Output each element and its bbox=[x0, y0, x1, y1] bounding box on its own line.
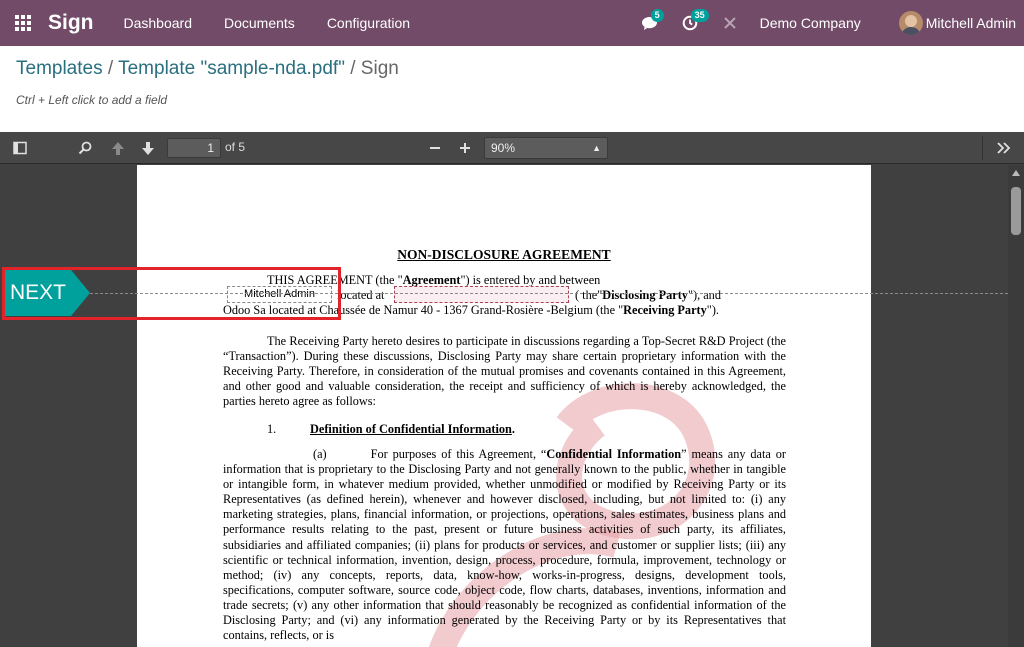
activities-button[interactable]: 35 bbox=[670, 0, 710, 46]
section-1-heading: Definition of Confidential Information. bbox=[310, 422, 515, 437]
user-menu[interactable]: Mitchell Admin bbox=[898, 11, 1016, 35]
definition-text: ” means any data or information that is … bbox=[223, 447, 786, 643]
next-page-button[interactable] bbox=[136, 132, 160, 164]
arrow-down-icon bbox=[142, 141, 154, 155]
top-navbar: Sign Dashboard Documents Configuration 5… bbox=[0, 0, 1024, 46]
agreement-text: ( the" bbox=[575, 288, 603, 302]
zoom-value: 90% bbox=[491, 141, 516, 155]
tools-menu-button[interactable] bbox=[992, 132, 1016, 164]
add-field-hint: Ctrl + Left click to add a field bbox=[16, 93, 168, 107]
pdf-toolbar: 1 of 5 90% ▲ bbox=[0, 132, 1024, 164]
breadcrumb-current: Sign bbox=[360, 58, 399, 79]
disclosing-party-term: Disclosing Party bbox=[602, 288, 688, 302]
receiving-party-term: Receiving Party bbox=[623, 303, 707, 317]
zoom-in-button[interactable] bbox=[454, 132, 476, 164]
definition-text: For purposes of this Agreement, “ bbox=[370, 447, 547, 461]
debug-tools-button[interactable] bbox=[710, 0, 750, 46]
intro-paragraph: The Receiving Party hereto desires to pa… bbox=[223, 334, 786, 409]
breadcrumb-separator: / bbox=[102, 58, 119, 79]
sidebar-toggle-button[interactable] bbox=[8, 132, 32, 164]
arrow-up-icon bbox=[112, 141, 124, 155]
page-number-input[interactable]: 1 bbox=[167, 138, 221, 158]
breadcrumb-template[interactable]: Template "sample-nda.pdf" bbox=[118, 58, 345, 79]
breadcrumb-templates[interactable]: Templates bbox=[16, 58, 103, 79]
agreement-line-2b: ( the"Disclosing Party"), and bbox=[575, 288, 721, 303]
menu-documents[interactable]: Documents bbox=[224, 15, 295, 31]
agreement-text: ") is entered by and between bbox=[460, 273, 601, 287]
select-arrows-icon: ▲ bbox=[592, 143, 601, 153]
plus-icon bbox=[460, 143, 470, 153]
confidential-information-term: Confidential Information bbox=[546, 447, 682, 461]
agreement-term: Agreement bbox=[402, 273, 461, 287]
app-brand[interactable]: Sign bbox=[48, 11, 94, 35]
zoom-out-button[interactable] bbox=[424, 132, 446, 164]
pdf-viewer: 1 of 5 90% ▲ NON-DISCLOSURE AGREEMENT TH… bbox=[0, 132, 1024, 647]
double-chevron-right-icon bbox=[997, 142, 1011, 154]
agreement-line-2a: located at bbox=[337, 288, 385, 302]
address-field[interactable] bbox=[394, 286, 569, 303]
section-1-title: Definition of Confidential Information bbox=[310, 422, 512, 436]
agreement-text: "), and bbox=[687, 288, 721, 302]
annotation-highlight bbox=[2, 267, 341, 320]
document-title: NON-DISCLOSURE AGREEMENT bbox=[397, 247, 611, 262]
scroll-thumb[interactable] bbox=[1011, 187, 1021, 235]
toolbar-divider bbox=[982, 136, 983, 160]
minus-icon bbox=[430, 147, 440, 149]
zoom-select[interactable]: 90% ▲ bbox=[484, 137, 608, 159]
previous-page-button[interactable] bbox=[106, 132, 130, 164]
activities-badge: 35 bbox=[690, 9, 709, 22]
find-button[interactable] bbox=[72, 132, 98, 164]
definition-paragraph: (a) For purposes of this Agreement, “Con… bbox=[223, 447, 786, 643]
scroll-up-icon[interactable] bbox=[1012, 170, 1020, 176]
messages-badge: 5 bbox=[650, 9, 664, 22]
section-1-number: 1. bbox=[267, 422, 277, 436]
messages-button[interactable]: 5 bbox=[630, 0, 670, 46]
clause-label: (a) bbox=[313, 447, 327, 461]
user-name: Mitchell Admin bbox=[925, 15, 1016, 31]
search-icon bbox=[78, 141, 92, 155]
apps-menu-icon[interactable] bbox=[0, 0, 46, 46]
vertical-scrollbar[interactable] bbox=[1008, 165, 1024, 647]
breadcrumb: Templates / Template "sample-nda.pdf" / … bbox=[16, 58, 399, 80]
menu-dashboard[interactable]: Dashboard bbox=[124, 15, 193, 31]
tools-icon bbox=[723, 17, 736, 29]
menu-configuration[interactable]: Configuration bbox=[327, 15, 410, 31]
company-switcher[interactable]: Demo Company bbox=[760, 15, 861, 31]
avatar bbox=[898, 11, 923, 35]
sidebar-toggle-icon bbox=[13, 141, 27, 155]
pdf-page: NON-DISCLOSURE AGREEMENT THIS AGREEMENT … bbox=[137, 165, 871, 647]
agreement-text: "). bbox=[706, 303, 719, 317]
section-1-dot: . bbox=[511, 422, 515, 436]
page-count: of 5 bbox=[225, 140, 246, 154]
breadcrumb-separator: / bbox=[344, 58, 361, 79]
